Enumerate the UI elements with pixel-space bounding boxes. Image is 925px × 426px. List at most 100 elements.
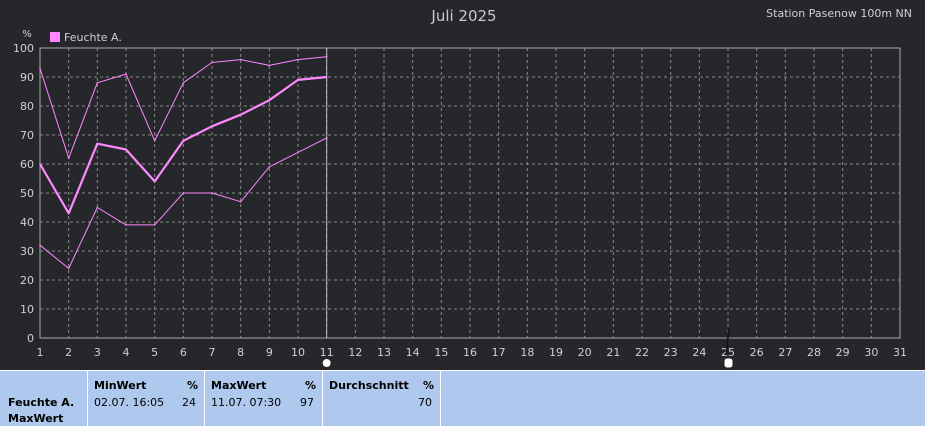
legend-label: Feuchte A. <box>64 31 122 44</box>
stat-max-col: MaxWert % 11.07. 07:30 97 <box>205 371 323 426</box>
stat-avg-unit: % <box>422 379 434 392</box>
x-tick-label: 22 <box>635 346 649 359</box>
x-tick-label: 28 <box>807 346 821 359</box>
data-point-max <box>182 82 185 84</box>
stat-series-sub: MaxWert <box>8 412 64 425</box>
unit-label: % <box>22 29 32 40</box>
x-tick-label: 2 <box>65 346 72 359</box>
stat-min-unit: % <box>186 379 198 392</box>
x-tick-label: 12 <box>348 346 362 359</box>
data-point-max <box>125 73 127 75</box>
x-tick-label: 17 <box>492 346 506 359</box>
x-tick-label: 23 <box>664 346 678 359</box>
data-point-avg <box>297 79 299 81</box>
stat-avg-col: Durchschnitt % 70 <box>323 371 441 426</box>
legend-swatch <box>50 32 60 42</box>
data-point-max <box>96 82 99 84</box>
stat-min-col: MinWert % 02.07. 16:05 24 <box>88 371 205 426</box>
x-tick-label: 29 <box>836 346 850 359</box>
x-tick-label: 3 <box>94 346 101 359</box>
y-tick-label: 10 <box>20 303 34 316</box>
y-tick-label: 0 <box>27 332 34 345</box>
data-point-avg <box>211 125 213 128</box>
x-tick-label: 13 <box>377 346 391 359</box>
data-point-max <box>268 64 271 67</box>
data-point-min <box>153 224 156 226</box>
stat-min-value: 24 <box>182 396 196 409</box>
stat-avg-label: Durchschnitt <box>329 379 409 392</box>
data-point-avg <box>39 163 41 165</box>
stat-min-time: 02.07. 16:05 <box>94 396 165 409</box>
chart-area: 0 10 20 30 40 50 60 70 80 90 100 1 2 3 4 5 6 7 8 9 10 11 12 13 1… <box>0 0 925 370</box>
y-tick-label: 40 <box>20 216 34 229</box>
x-tick-label: 6 <box>180 346 187 359</box>
x-tick-label: 26 <box>750 346 764 359</box>
data-point-avg <box>239 113 242 116</box>
stat-avg-value: 70 <box>418 396 432 409</box>
data-point-min <box>325 137 328 139</box>
data-point-min <box>39 244 41 246</box>
x-tick-label: 1 <box>37 346 44 359</box>
y-tick-label: 70 <box>20 129 34 142</box>
stat-max-time: 11.07. 07:30 <box>211 396 282 409</box>
x-tick-label: 11 <box>320 346 334 359</box>
data-point-min <box>239 200 242 203</box>
x-tick-label: 21 <box>606 346 620 359</box>
y-tick-label: 60 <box>20 158 34 171</box>
data-point-min <box>182 192 185 194</box>
data-point-avg <box>96 142 99 145</box>
data-point-max <box>297 58 299 61</box>
y-tick-label: 100 <box>13 42 34 55</box>
data-point-max <box>153 140 156 142</box>
data-point-min <box>211 192 213 194</box>
current-day-marker-icon <box>321 358 332 368</box>
x-tick-label: 10 <box>291 346 305 359</box>
y-tick-label: 80 <box>20 100 34 113</box>
stats-panel: Feuchte A. MaxWert MinWert % 02.07. 16:0… <box>0 370 925 426</box>
data-point-avg <box>153 180 156 183</box>
x-tick-label: 16 <box>463 346 477 359</box>
x-tick-label: 8 <box>237 346 244 359</box>
x-tick-label: 15 <box>434 346 448 359</box>
x-tick-label: 4 <box>123 346 130 359</box>
y-tick-label: 20 <box>20 274 34 287</box>
data-point-min <box>268 166 271 168</box>
stat-series-name: Feuchte A. <box>8 396 75 409</box>
station-label: Station Pasenow 100m NN <box>766 7 912 20</box>
x-tick-label: 30 <box>864 346 878 359</box>
stat-series-col: Feuchte A. MaxWert <box>0 371 88 426</box>
data-point-avg <box>325 76 328 78</box>
x-tick-label: 31 <box>893 346 907 359</box>
data-point-max <box>39 67 41 70</box>
x-tick-label: 25 <box>721 346 735 359</box>
x-tick-label: 9 <box>266 346 273 359</box>
x-tick-label: 18 <box>520 346 534 359</box>
stat-max-unit: % <box>304 379 316 392</box>
x-tick-label: 24 <box>692 346 706 359</box>
data-point-max <box>67 157 70 159</box>
data-point-avg <box>67 212 70 215</box>
data-point-max <box>325 55 328 58</box>
x-tick-label: 7 <box>209 346 216 359</box>
data-point-avg <box>268 99 271 101</box>
data-point-min <box>67 267 70 270</box>
x-tick-label: 27 <box>778 346 792 359</box>
y-tick-label: 30 <box>20 245 34 258</box>
stat-max-value: 97 <box>300 396 314 409</box>
x-tick-label: 20 <box>578 346 592 359</box>
humidity-chart: 01020304050607080901001 2 3 4 5 6 7 8 9 10 11 12 13 1… <box>13 7 912 369</box>
data-point-max <box>239 58 242 61</box>
chart-title: Juli 2025 <box>430 7 496 25</box>
data-point-min <box>125 224 127 226</box>
data-point-avg <box>182 140 185 142</box>
stat-min-label: MinWert <box>94 379 147 392</box>
x-tick-label: 5 <box>151 346 158 359</box>
data-point-max <box>211 61 213 64</box>
stat-max-label: MaxWert <box>211 379 267 392</box>
y-tick-label: 90 <box>20 71 34 84</box>
x-tick-label: 19 <box>549 346 563 359</box>
x-tick-label: 14 <box>406 346 420 359</box>
data-point-min <box>297 151 299 154</box>
data-point-avg <box>125 148 127 151</box>
data-point-min <box>96 206 99 209</box>
